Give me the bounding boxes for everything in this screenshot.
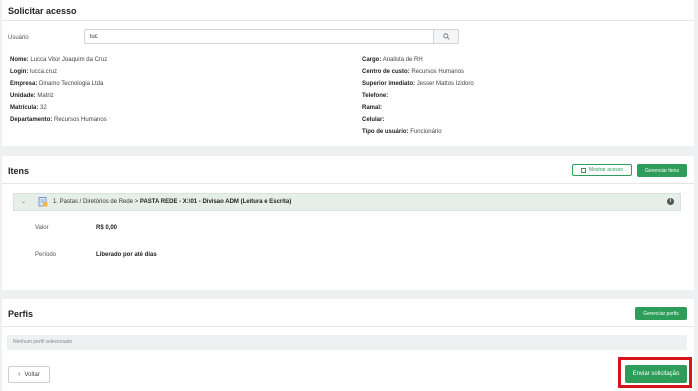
search-icon [442,33,450,40]
field-company: Empresa: Dinamo Tecnologia Ltda [10,81,103,87]
field-role: Cargo: Analista de RH [362,57,423,63]
items-divider [2,183,694,184]
period-label: Período [35,252,57,258]
field-extension: Ramal: [362,105,382,111]
chevron-down-icon[interactable]: ⌄ [21,198,26,205]
field-value: Matriz [37,93,54,99]
show-access-toggle[interactable]: Mostrar acesso [572,164,632,176]
info-icon[interactable]: i [667,198,674,205]
field-label: Nome: [10,57,29,63]
field-value: Lucca Vitor Joaquim da Cruz [30,57,108,63]
no-profile-message: Nenhum perfil selecionado [7,335,687,350]
back-button[interactable]: ‹ Voltar [8,366,50,383]
show-access-checkbox[interactable] [580,167,586,173]
field-label: Superior imediato: [362,81,416,87]
field-label: Matrícula: [10,105,39,111]
field-label: Login: [10,69,29,75]
request-card: Solicitar acesso Usuário Nome: Lucca Vit… [2,0,694,146]
items-card: Itens [2,156,694,290]
user-search-input[interactable] [90,31,430,42]
folder-document-icon [38,197,48,207]
field-label: Departamento: [10,117,53,123]
request-divider [2,20,694,21]
user-search-box [84,29,459,44]
manage-profiles-button[interactable]: Gerenciar perfis [635,307,687,320]
search-button[interactable] [433,30,458,43]
period-value: Liberado por até dias [96,252,157,258]
back-label: Voltar [24,371,40,378]
field-user-type: Tipo de usuário: Funcionário [362,129,442,135]
request-title: Solicitar acesso [8,6,77,16]
field-supervisor: Superior imediato: Jesser Mattos Izidoro [362,81,474,87]
field-label: Centro de custo: [362,69,410,75]
profiles-divider [2,326,694,327]
field-login: Login: lucca.cruz [10,69,57,75]
field-value: Analista de RH [382,57,423,63]
field-value: lucca.cruz [30,69,58,75]
field-cost-center: Centro de custo: Recursos Humanos [362,69,464,75]
field-name: Nome: Lucca Vitor Joaquim da Cruz [10,57,107,63]
value-label: Valor [35,225,49,231]
field-label: Telefone: [362,93,389,99]
field-value: Jesser Mattos Izidoro [416,81,474,87]
field-label: Unidade: [10,93,36,99]
value-amount: R$ 0,00 [96,225,118,231]
manage-items-button[interactable]: Gerenciar itens [637,164,687,177]
field-label: Tipo de usuário: [362,129,409,135]
user-label: Usuário [8,35,29,41]
field-mobile: Celular: [362,117,384,123]
items-title: Itens [8,166,30,176]
field-value: Recursos Humanos [54,117,107,123]
item-name: PASTA REDE - X:\01 - Divisao ADM (Leitur… [139,199,292,205]
field-department: Departamento: Recursos Humanos [10,117,107,123]
profiles-title: Perfis [8,309,34,319]
item-row[interactable]: ⌄ 1. Pastas / Diretórios de Rede > PASTA… [13,193,681,211]
field-phone: Telefone: [362,93,388,99]
field-value: Recursos Humanos [411,69,465,75]
field-registration: Matrícula: 32 [10,105,47,111]
item-description: 1. Pastas / Diretórios de Rede > PASTA R… [53,199,291,205]
field-unit: Unidade: Matriz [10,93,54,99]
field-label: Ramal: [362,105,383,111]
field-value: Funcionário [410,129,442,135]
field-label: Empresa: [10,81,38,87]
submit-highlight-box [618,357,692,388]
item-prefix: 1. Pastas / Diretórios de Rede > [53,199,140,205]
field-value: 32 [40,105,47,111]
show-access-label: Mostrar acesso [588,167,624,173]
field-label: Celular: [362,117,385,123]
chevron-left-icon: ‹ [18,371,21,378]
field-value: Dinamo Tecnologia Ltda [39,81,104,87]
field-label: Cargo: [362,57,382,63]
